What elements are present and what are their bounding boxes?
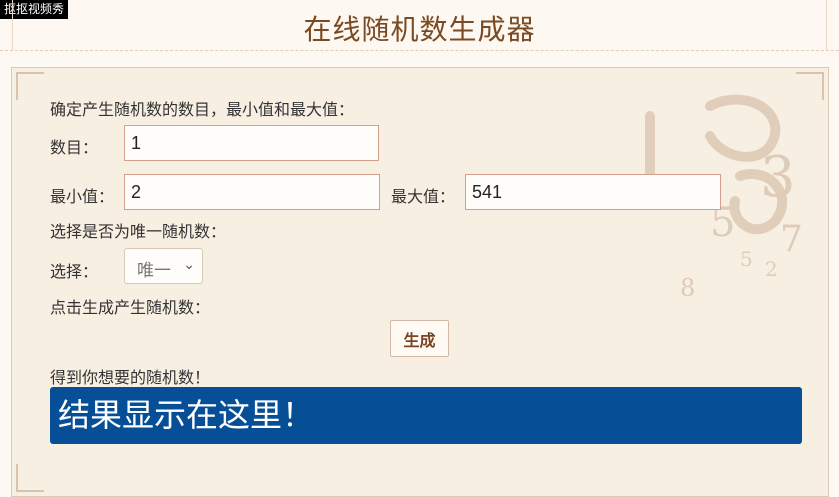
- count-input[interactable]: [124, 125, 379, 161]
- svg-text:3: 3: [760, 145, 796, 210]
- corner-ornament: [16, 464, 44, 492]
- result-display: 结果显示在这里！: [50, 387, 802, 444]
- unique-prompt: 选择是否为唯一随机数：: [50, 222, 227, 241]
- generator-panel: 3 5 7 5 2 8 确定产生随机数的数目，最小值和最大值： 数目： 最小值：…: [11, 67, 829, 497]
- min-input[interactable]: [124, 174, 380, 210]
- max-input[interactable]: [465, 174, 721, 210]
- svg-text:7: 7: [780, 219, 803, 260]
- min-label: 最小值：: [50, 187, 115, 206]
- unique-select-value: 唯一: [137, 261, 171, 281]
- generate-button[interactable]: 生成: [390, 320, 449, 357]
- result-prompt: 得到你想要的随机数！: [50, 368, 211, 387]
- svg-text:2: 2: [765, 257, 778, 281]
- page-title: 在线随机数生成器: [303, 13, 536, 46]
- count-label: 数目：: [50, 138, 99, 157]
- intro-text: 确定产生随机数的数目，最小值和最大值：: [50, 100, 355, 119]
- corner-ornament: [16, 72, 44, 100]
- unique-select[interactable]: 唯一 ⌄: [124, 248, 203, 284]
- chevron-down-icon: ⌄: [183, 257, 195, 273]
- svg-text:8: 8: [680, 274, 695, 302]
- max-label: 最大值：: [391, 187, 456, 206]
- corner-ornament: [796, 72, 824, 100]
- generate-prompt: 点击生成产生随机数：: [50, 298, 211, 317]
- svg-text:5: 5: [740, 247, 753, 271]
- choice-label: 选择：: [50, 262, 99, 281]
- header-divider: [0, 50, 839, 51]
